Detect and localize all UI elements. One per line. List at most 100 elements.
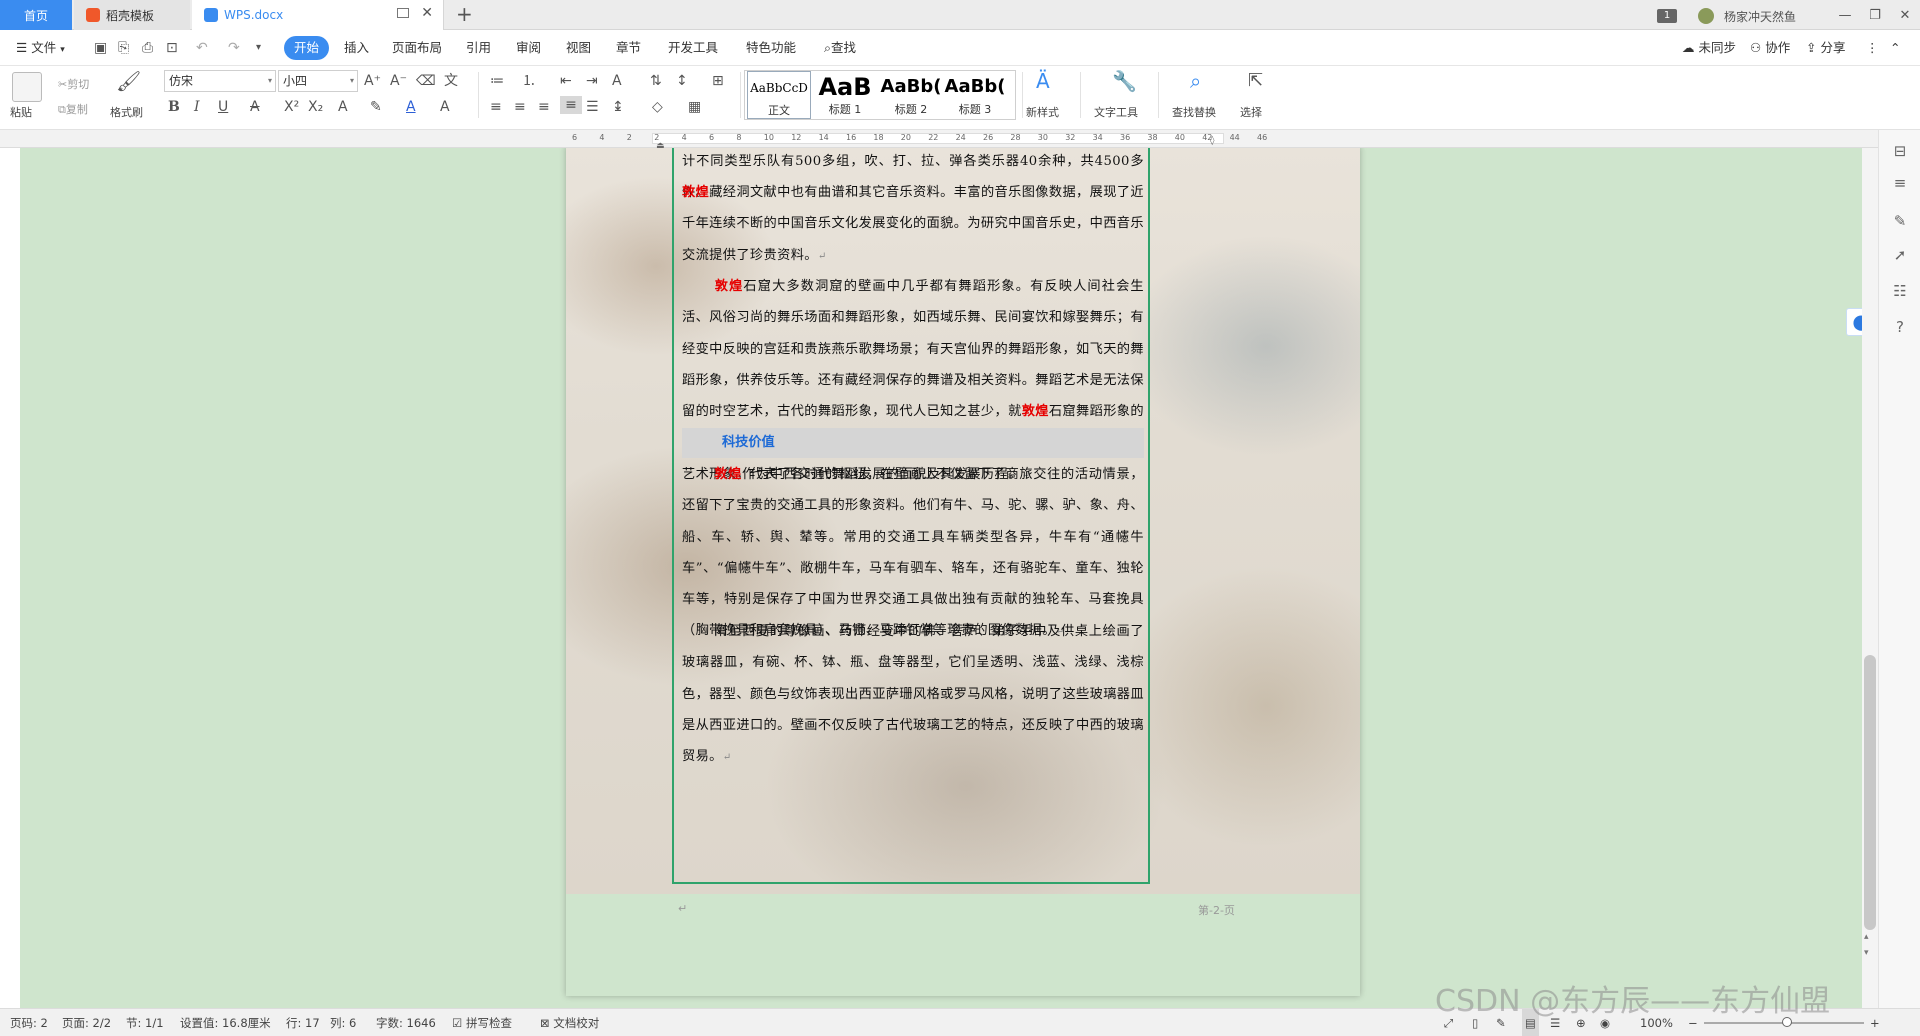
justify-icon[interactable]: ≡ xyxy=(560,96,582,114)
file-menu[interactable]: ☰ 文件 ▾ xyxy=(10,36,71,60)
menu-start[interactable]: 开始 xyxy=(284,36,330,60)
restore-button[interactable]: ❐ xyxy=(1858,0,1892,30)
bullets-icon[interactable]: ≔ xyxy=(490,72,504,90)
menu-chapter[interactable]: 章节 xyxy=(610,36,647,60)
menu-review[interactable]: 审阅 xyxy=(510,36,547,60)
collab-button[interactable]: ⚇ 协作 xyxy=(1744,36,1796,60)
bold-icon[interactable]: B xyxy=(168,98,180,116)
search-command[interactable]: ⌕查找 xyxy=(818,36,862,60)
align-center-icon[interactable]: ≡ xyxy=(514,98,526,116)
strikethrough-icon[interactable]: A xyxy=(250,98,260,116)
text-tools-button[interactable]: 文字工具 xyxy=(1094,104,1138,120)
new-tab-button[interactable]: + xyxy=(456,2,473,26)
document-workspace[interactable]: 计不同类型乐队有500多组，吹、打、拉、弹各类乐器40余种，共4500多件。 敦… xyxy=(20,148,1862,1008)
new-style-button[interactable]: 新样式 xyxy=(1026,104,1059,120)
increase-indent-icon[interactable]: ⇥ xyxy=(586,72,598,90)
undo-icon[interactable]: ↶ xyxy=(196,39,208,57)
text-effect-icon[interactable]: A xyxy=(338,98,348,116)
menu-features[interactable]: 特色功能 xyxy=(740,36,802,60)
line-spacing-icon[interactable]: ↕ xyxy=(676,72,688,90)
status-row[interactable]: 行: 17 xyxy=(286,1009,320,1036)
scroll-up-icon[interactable]: ▴ xyxy=(1864,932,1869,942)
align-left-icon[interactable]: ≡ xyxy=(490,98,502,116)
superscript-icon[interactable]: X² xyxy=(284,98,299,116)
tab-home[interactable]: 首页 xyxy=(0,0,72,30)
spell-check-button[interactable]: ☑ 拼写检查 xyxy=(452,1009,512,1036)
collapse-ribbon-icon[interactable]: ⌃ xyxy=(1884,36,1906,60)
paste-button[interactable]: 粘贴 xyxy=(10,104,32,120)
format-painter-button[interactable]: 格式刷 xyxy=(110,104,143,120)
user-name[interactable]: 杨家冲天然鱼 xyxy=(1724,8,1796,25)
status-word-count[interactable]: 字数: 1646 xyxy=(376,1009,436,1036)
font-name-select[interactable]: 仿宋 ▾ xyxy=(164,70,276,92)
find-replace-icon[interactable]: ⌕ xyxy=(1190,71,1201,91)
menu-insert[interactable]: 插入 xyxy=(338,36,375,60)
borders-icon[interactable]: ▦ xyxy=(688,98,701,116)
shrink-font-icon[interactable]: A⁻ xyxy=(390,72,407,90)
highlight-icon[interactable]: ✎ xyxy=(370,98,382,116)
print-icon[interactable]: ⎙ xyxy=(142,39,153,57)
status-page-code[interactable]: 页码: 2 xyxy=(10,1009,48,1036)
underline-icon[interactable]: U xyxy=(218,98,228,116)
cursor-icon[interactable]: ⇱ xyxy=(1248,72,1263,90)
sidebar-menu-icon[interactable]: ≡ xyxy=(1889,172,1911,194)
italic-icon[interactable]: I xyxy=(194,98,200,116)
align-right-icon[interactable]: ≡ xyxy=(538,98,550,116)
tab-document[interactable]: WPS.docx ✕ xyxy=(192,0,444,30)
wrench-icon[interactable]: 🔧 xyxy=(1112,71,1137,91)
status-column[interactable]: 列: 6 xyxy=(330,1009,356,1036)
pen-icon[interactable]: ✎ xyxy=(1889,210,1911,232)
format-painter-icon[interactable]: 🖌 xyxy=(116,71,141,91)
subscript-icon[interactable]: X₂ xyxy=(308,98,323,116)
settings-sliders-icon[interactable]: ☷ xyxy=(1889,280,1911,302)
select-button[interactable]: 选择 xyxy=(1240,104,1262,120)
redo-icon[interactable]: ↷ xyxy=(228,39,240,57)
sidebar-collapse-icon[interactable]: ⊟ xyxy=(1889,140,1911,162)
char-shading-icon[interactable]: A xyxy=(440,98,450,116)
paragraph-2[interactable]: 敦煌藏经洞文献中也有曲谱和其它音乐资料。丰富的音乐图像数据，展现了近千年连续不断… xyxy=(682,177,1144,272)
phonetic-icon[interactable]: 文 xyxy=(444,72,458,90)
style-heading-3[interactable]: AaBb(标题 3 xyxy=(943,71,1007,119)
font-color-icon[interactable]: A xyxy=(406,98,416,116)
print-preview-icon[interactable]: ⊡ xyxy=(166,39,178,57)
menu-references[interactable]: 引用 xyxy=(460,36,497,60)
shading-icon[interactable]: ◇ xyxy=(652,98,663,116)
document-page[interactable]: 计不同类型乐队有500多组，吹、打、拉、弹各类乐器40余种，共4500多件。 敦… xyxy=(566,148,1360,996)
save-icon[interactable]: ▣ xyxy=(94,39,107,57)
doc-proof-button[interactable]: ⊠ 文档校对 xyxy=(540,1009,599,1036)
scroll-down-icon[interactable]: ▾ xyxy=(1864,948,1869,958)
cursor-select-icon[interactable]: ➚ xyxy=(1889,244,1911,266)
export-icon[interactable]: ⎘ xyxy=(118,39,129,57)
menu-developer[interactable]: 开发工具 xyxy=(662,36,724,60)
minimize-button[interactable]: — xyxy=(1828,0,1862,30)
menu-view[interactable]: 视图 xyxy=(560,36,597,60)
new-style-icon[interactable]: Ä xyxy=(1036,71,1050,91)
close-window-button[interactable]: ✕ xyxy=(1888,0,1920,30)
status-section[interactable]: 节: 1/1 xyxy=(126,1009,164,1036)
status-pages[interactable]: 页面: 2/2 xyxy=(62,1009,111,1036)
location-pin-icon[interactable]: ⬤ xyxy=(1846,308,1862,336)
style-heading-2[interactable]: AaBb(标题 2 xyxy=(879,71,943,119)
help-icon[interactable]: ? xyxy=(1889,316,1911,338)
more-menu-icon[interactable]: ⋮ xyxy=(1860,36,1885,60)
paste-icon[interactable] xyxy=(12,72,42,102)
section-heading-row[interactable]: 科技价值 xyxy=(682,428,1144,458)
style-heading-1[interactable]: AaB 标题 1 xyxy=(813,71,877,119)
sync-status[interactable]: ☁ 未同步 xyxy=(1676,36,1742,60)
share-button[interactable]: ⇪ 分享 xyxy=(1800,36,1851,60)
close-tab-icon[interactable]: ✕ xyxy=(421,5,433,21)
distribute-icon[interactable]: ☰ xyxy=(586,98,599,116)
paragraph-5[interactable]: 隋至西夏的尊像画、药师经变中的佛、菩萨、弟子手中及供桌上绘画了玻璃器皿，有碗、杯… xyxy=(682,616,1144,773)
menu-page-layout[interactable]: 页面布局 xyxy=(386,36,448,60)
status-setting[interactable]: 设置值: 16.8厘米 xyxy=(180,1009,271,1036)
horizontal-ruler[interactable]: ⏏ ◊ 6 4 2 2 4 6 8 10 12 14 16 18 20 22 24 26 28 30 32 34 36 3… xyxy=(0,130,1920,151)
page-badge[interactable]: 1 xyxy=(1657,9,1677,23)
font-size-select[interactable]: 小四 ▾ xyxy=(278,70,358,92)
line-spacing-2-icon[interactable]: ↨ xyxy=(612,98,624,116)
cut-button[interactable]: ✂剪切 xyxy=(58,76,89,92)
tab-monitor-icon[interactable] xyxy=(397,8,409,18)
avatar[interactable] xyxy=(1698,8,1714,24)
scrollbar-thumb[interactable] xyxy=(1864,655,1876,930)
decrease-indent-icon[interactable]: ⇤ xyxy=(560,72,572,90)
customize-chevron-icon[interactable]: ▾ xyxy=(256,39,261,57)
